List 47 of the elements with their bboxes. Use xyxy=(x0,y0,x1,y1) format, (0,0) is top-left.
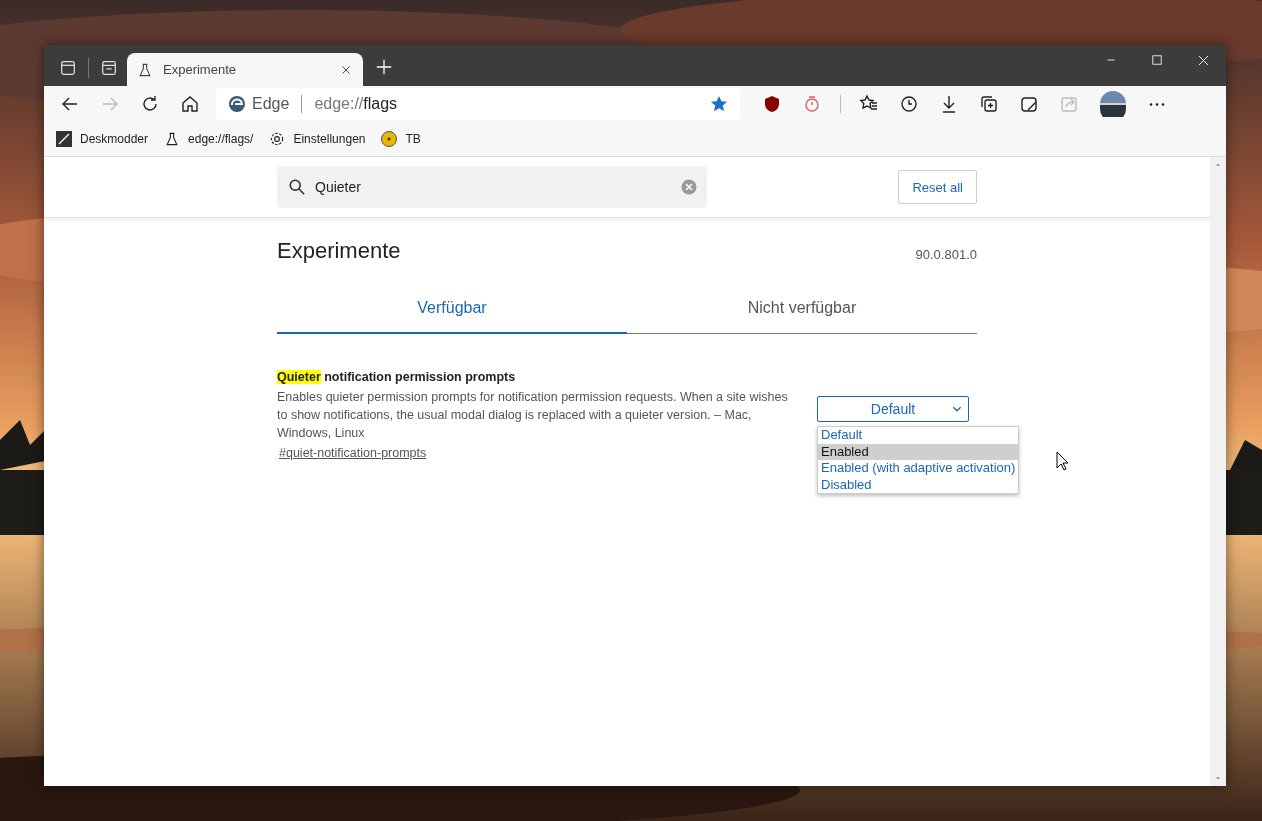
tab-title: Experimente xyxy=(163,62,237,77)
scrollbar[interactable] xyxy=(1210,157,1226,786)
disc-icon xyxy=(381,131,398,147)
search-field[interactable]: Quieter xyxy=(277,166,707,208)
page-tab[interactable]: Verfügbar xyxy=(277,294,627,334)
shield-icon xyxy=(764,95,780,113)
home-icon xyxy=(180,94,200,114)
star-icon[interactable] xyxy=(710,95,728,113)
cursor-icon xyxy=(1056,451,1070,471)
bookmark-item[interactable]: Einstellungen xyxy=(269,131,366,147)
flag-link[interactable]: #quiet-notification-prompts xyxy=(279,446,427,460)
clear-icon[interactable] xyxy=(681,179,697,195)
bookmark-item[interactable]: edge://flags/ xyxy=(164,131,254,147)
browser-tab[interactable]: Experimente xyxy=(127,53,363,86)
capture-icon xyxy=(1019,94,1039,114)
history-icon xyxy=(899,94,919,114)
dropdown-option[interactable]: Enabled (with adaptive activation) xyxy=(818,460,1018,477)
flag-title: Quieter notification permission prompts xyxy=(277,370,517,384)
share-icon xyxy=(1059,94,1079,114)
page-title: Experimente xyxy=(277,238,401,264)
scroll-up-icon xyxy=(1214,161,1222,169)
gear-icon xyxy=(269,131,286,147)
window-icon xyxy=(100,59,118,77)
reset-button[interactable]: Reset all xyxy=(898,170,977,204)
address-bar[interactable]: Edge edge://flags xyxy=(216,88,740,120)
close-icon xyxy=(1196,53,1210,67)
plus-icon xyxy=(375,58,393,76)
bookmark-item[interactable]: Deskmodder xyxy=(56,131,149,147)
url-text: edge://flags xyxy=(314,95,399,113)
site-label: Edge xyxy=(252,95,290,113)
flag-description: Enables quieter permission prompts for notification permission requests. When a site wishes to show notifications, the usual modal dialog is replaced with a quieter version. – Mac, Windows, Linux xyxy=(277,389,789,442)
collections-icon xyxy=(979,94,999,114)
dropdown-option[interactable]: Default xyxy=(818,427,1018,444)
flag-dropdown[interactable]: Default xyxy=(817,396,969,422)
browser-logo-icon xyxy=(228,95,246,113)
pen-icon xyxy=(56,131,72,147)
bookmark-item[interactable]: TB xyxy=(381,131,421,147)
window-icon xyxy=(59,59,77,77)
more-icon xyxy=(1149,102,1165,106)
page-tab[interactable]: Nicht verfügbar xyxy=(627,294,977,334)
scroll-down-icon xyxy=(1214,774,1222,782)
avatar-icon xyxy=(1100,91,1126,117)
refresh-icon xyxy=(140,94,160,114)
maximize-icon xyxy=(1151,54,1163,66)
version-label: 90.0.801.0 xyxy=(915,247,977,262)
timer-icon xyxy=(802,94,822,114)
flask-icon xyxy=(137,61,153,78)
